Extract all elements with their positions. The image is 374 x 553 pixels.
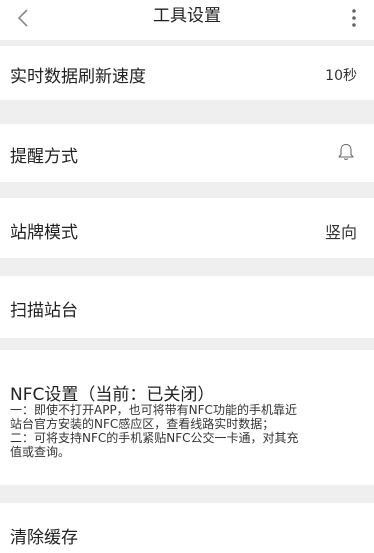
nfc-desc-line: 值或查询。 <box>10 445 71 459</box>
top-bar: 工具设置 <box>0 0 374 40</box>
nfc-desc-line: 站台官方安装的NFC感应区，查看线路实时数据； <box>10 417 275 431</box>
scan-station-row[interactable]: 扫描站台 <box>0 276 374 338</box>
nfc-description: 一：即使不打开APP，也可将带有NFC功能的手机靠近 站台官方安装的NFC感应区… <box>10 403 370 459</box>
reminder-row[interactable]: 提醒方式 <box>0 124 374 182</box>
more-vertical-icon[interactable] <box>342 4 366 32</box>
nfc-title: NFC设置（当前：已关闭） <box>10 385 215 405</box>
bell-icon <box>338 143 354 161</box>
refresh-speed-row[interactable]: 实时数据刷新速度 10秒 <box>0 46 374 100</box>
nfc-desc-line: 一：即使不打开APP，也可将带有NFC功能的手机靠近 <box>10 403 297 417</box>
reminder-label: 提醒方式 <box>10 147 78 167</box>
nfc-settings-row[interactable]: NFC设置（当前：已关闭） 一：即使不打开APP，也可将带有NFC功能的手机靠近… <box>0 350 374 485</box>
clear-cache-label: 清除缓存 <box>10 528 78 548</box>
station-mode-row[interactable]: 站牌模式 竖向 <box>0 198 374 258</box>
station-mode-label: 站牌模式 <box>10 223 78 243</box>
refresh-speed-value: 10秒 <box>325 68 357 84</box>
scan-station-label: 扫描站台 <box>10 301 78 321</box>
nfc-desc-line: 二：可将支持NFC的手机紧贴NFC公交一卡通，对其充 <box>10 431 299 445</box>
station-mode-value: 竖向 <box>324 223 357 242</box>
page-title: 工具设置 <box>153 6 221 26</box>
refresh-speed-label: 实时数据刷新速度 <box>10 67 146 87</box>
clear-cache-row[interactable]: 清除缓存 <box>0 503 374 553</box>
